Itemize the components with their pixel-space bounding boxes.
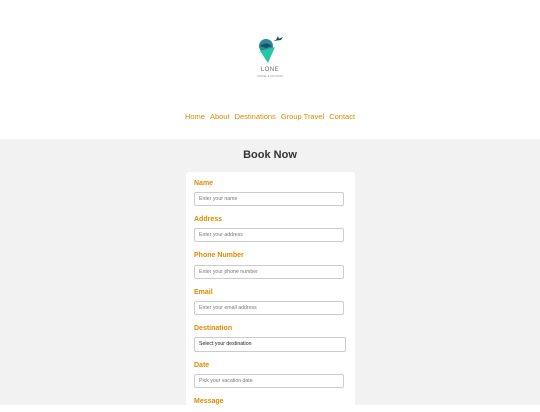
address-label: Address <box>194 216 223 223</box>
booking-section: Book Now Name Address Phone Number Email… <box>0 139 540 412</box>
destination-label: Destination <box>194 325 233 332</box>
site-header: LONE TRAVEL & VACATION Home About Destin… <box>0 0 540 139</box>
main-nav: Home About Destinations Group Travel Con… <box>0 112 540 121</box>
phone-input[interactable] <box>194 265 344 279</box>
nav-item-about[interactable]: About <box>210 112 230 121</box>
booking-form: Name Address Phone Number Email Destinat… <box>186 172 355 412</box>
date-input[interactable] <box>194 374 344 388</box>
nav-item-contact[interactable]: Contact <box>329 112 355 121</box>
destination-select[interactable]: Select your destination <box>194 337 346 352</box>
name-label: Name <box>194 180 214 187</box>
nav-item-group-travel[interactable]: Group Travel <box>281 112 324 121</box>
address-input[interactable] <box>194 228 344 242</box>
date-label: Date <box>194 362 210 369</box>
nav-item-home[interactable]: Home <box>185 112 205 121</box>
email-input[interactable] <box>194 301 344 315</box>
message-label: Message <box>194 398 224 405</box>
phone-label: Phone Number <box>194 252 244 259</box>
nav-item-destinations[interactable]: Destinations <box>235 112 276 121</box>
page-title: Book Now <box>243 149 297 161</box>
email-label: Email <box>194 289 213 296</box>
brand-name: LONE <box>260 67 280 73</box>
name-input[interactable] <box>194 192 344 206</box>
brand-tagline: TRAVEL & VACATION <box>257 75 283 78</box>
logo-icon[interactable] <box>246 33 294 81</box>
